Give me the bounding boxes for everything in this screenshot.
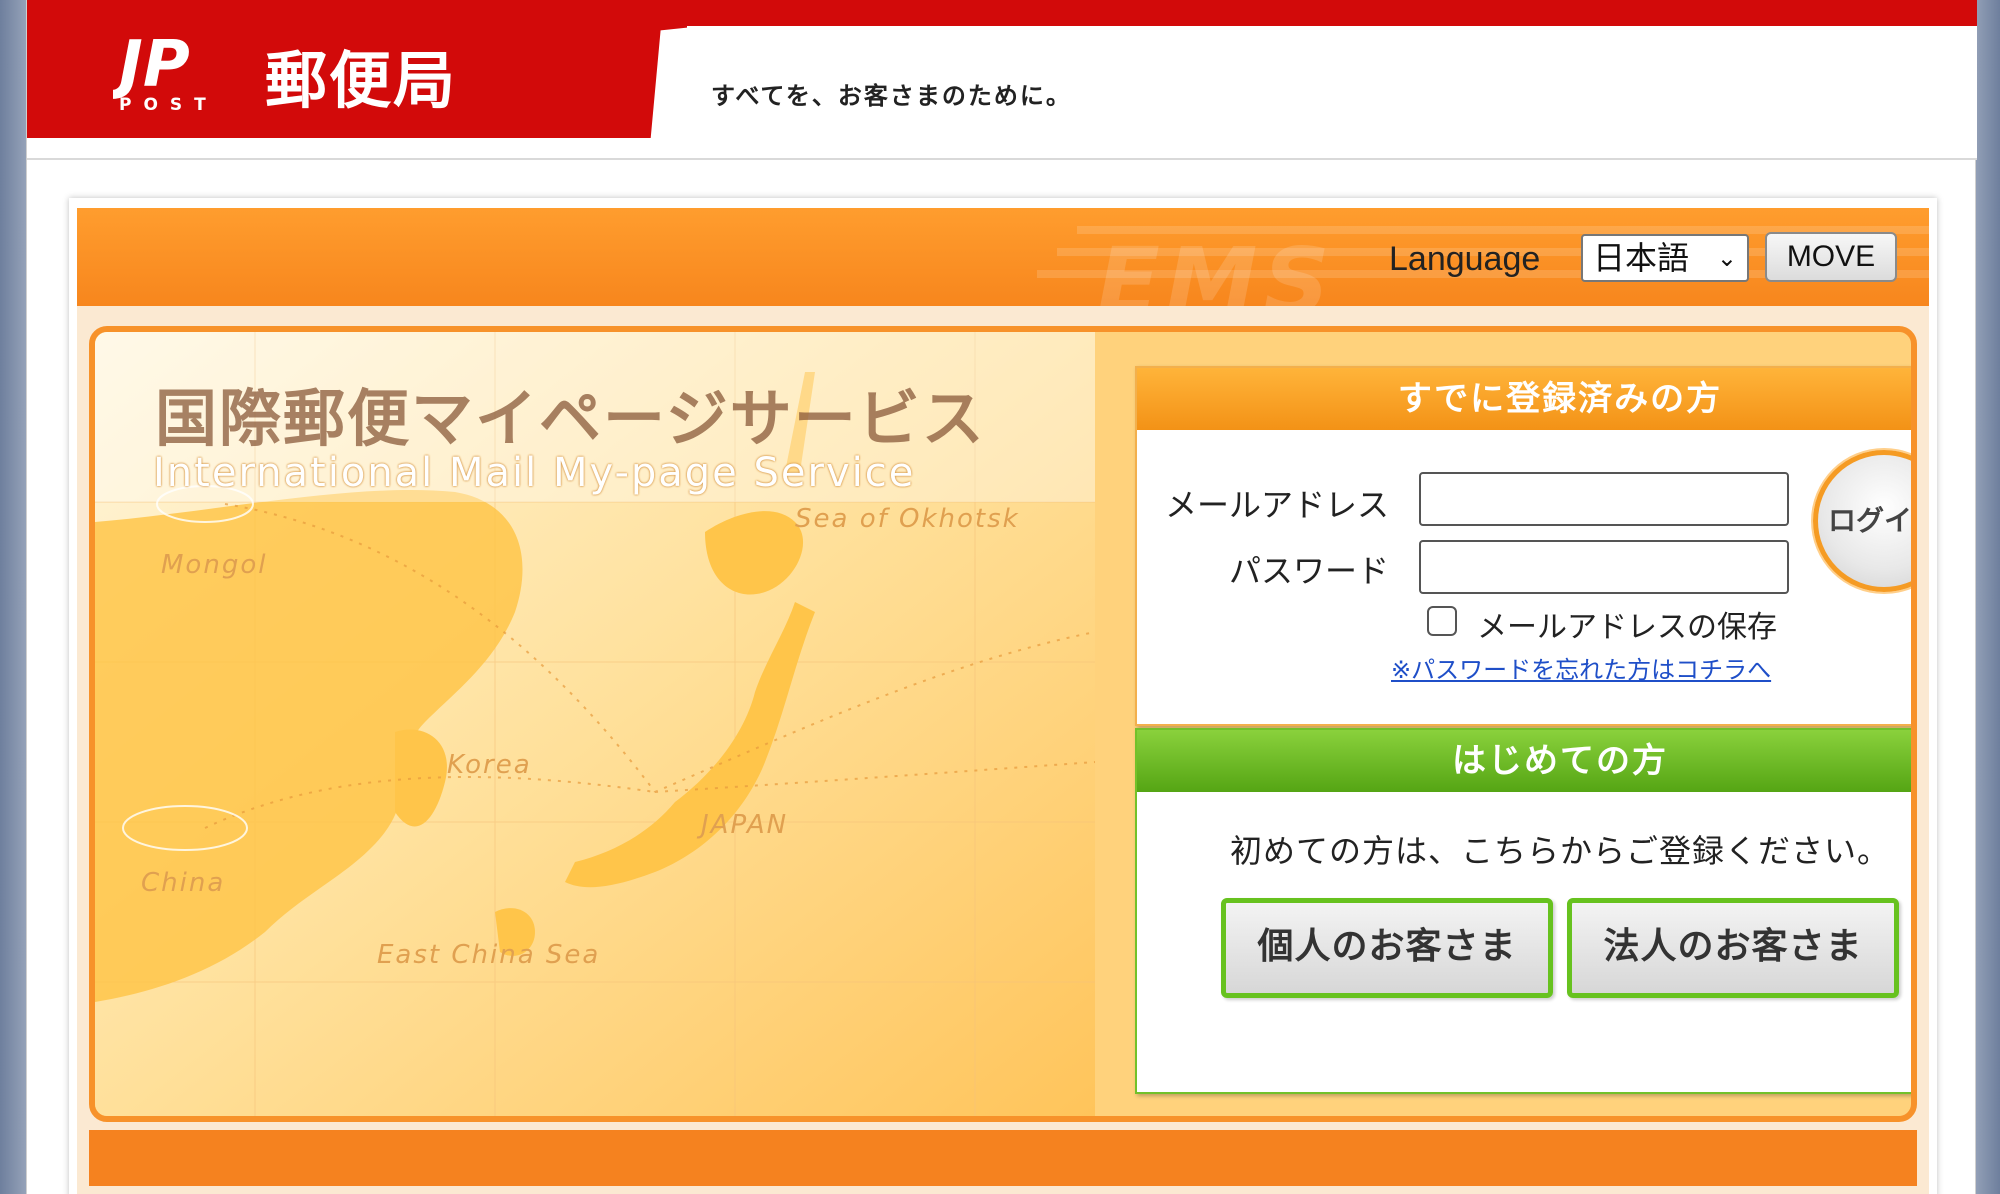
personal-customer-button[interactable]: 個人のお客さま — [1221, 898, 1553, 998]
password-input[interactable] — [1419, 540, 1789, 594]
map-label-okhotsk: Sea of Okhotsk — [795, 504, 1020, 534]
main-panel: 国際郵便マイページサービス International Mail My-page… — [89, 326, 1917, 1122]
logo-mark: JP — [113, 28, 190, 102]
service-subtitle: International Mail My-page Service — [153, 450, 916, 496]
main-card: EMS Language 日本語 ⌄ MOVE 国際郵便マイページサービス In… — [69, 198, 1937, 1194]
login-button[interactable]: ログイン — [1813, 450, 1911, 592]
save-email-checkbox[interactable] — [1427, 606, 1457, 636]
chevron-down-icon: ⌄ — [1716, 244, 1737, 272]
jp-post-logo-icon[interactable]: JP POST — [113, 28, 263, 114]
map-label-japan: JAPAN — [701, 810, 789, 840]
main-card-inner: EMS Language 日本語 ⌄ MOVE 国際郵便マイページサービス In… — [77, 208, 1929, 1194]
language-bar: EMS Language 日本語 ⌄ MOVE — [77, 208, 1929, 306]
login-box-header: すでに登録済みの方 — [1137, 368, 1911, 430]
logo-text[interactable]: 郵便局 — [265, 30, 457, 120]
language-select[interactable]: 日本語 ⌄ — [1581, 234, 1749, 282]
login-box: すでに登録済みの方 メールアドレス パスワード ログイン メールアドレスの保存 … — [1135, 366, 1911, 726]
site-header: JP POST 郵便局 すべてを、お客さまのために。 — [27, 0, 1977, 160]
password-label: パスワード — [1228, 552, 1389, 590]
bottom-orange-bar — [89, 1130, 1917, 1186]
map-label-east-china-sea: East China Sea — [377, 940, 601, 970]
page: JP POST 郵便局 すべてを、お客さまのために。 EMS Language … — [26, 0, 1977, 1194]
language-label: Language — [1389, 240, 1541, 278]
corporate-customer-button[interactable]: 法人のお客さま — [1567, 898, 1899, 998]
logo-sub: POST — [119, 95, 218, 114]
service-title: 国際郵便マイページサービス — [155, 382, 986, 455]
email-label: メールアドレス — [1164, 486, 1389, 524]
ems-watermark: EMS — [1097, 228, 1336, 306]
tagline: すべてを、お客さまのために。 — [711, 82, 1072, 110]
save-email-label[interactable]: メールアドレスの保存 — [1477, 602, 1777, 646]
language-select-value: 日本語 — [1593, 239, 1690, 277]
register-box: はじめての方 初めての方は、こちらからご登録ください。 個人のお客さま 法人のお… — [1135, 728, 1911, 1094]
email-input[interactable] — [1419, 472, 1789, 526]
register-box-header: はじめての方 — [1137, 730, 1911, 792]
forgot-password-link[interactable]: ※パスワードを忘れた方はコチラへ — [1391, 650, 1771, 685]
map-area: 国際郵便マイページサービス International Mail My-page… — [95, 332, 1095, 1116]
register-text: 初めての方は、こちらからご登録ください。 — [1229, 832, 1890, 870]
map-label-mongol: Mongol — [161, 550, 268, 580]
map-label-korea: Korea — [447, 750, 532, 780]
move-button[interactable]: MOVE — [1765, 232, 1897, 282]
map-label-china: China — [141, 868, 226, 898]
